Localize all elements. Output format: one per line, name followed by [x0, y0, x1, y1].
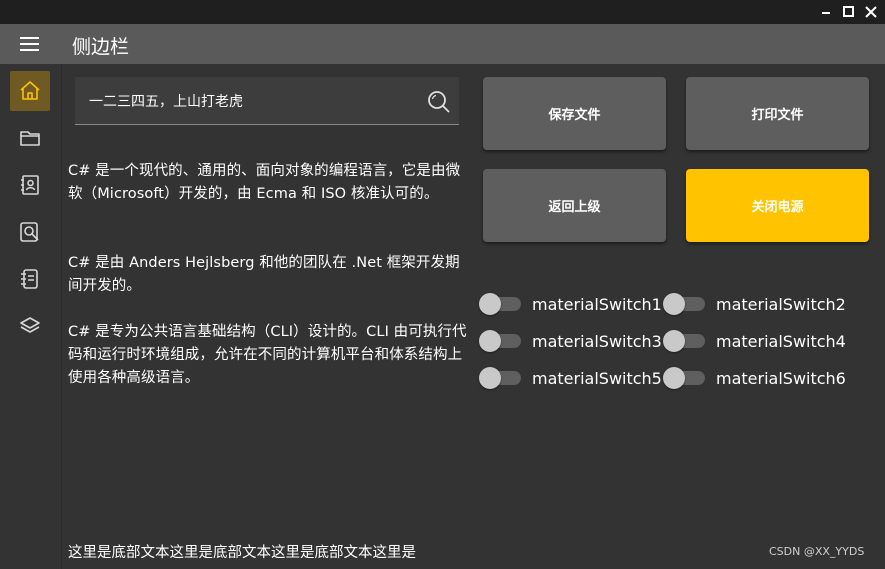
paragraph-2: C# 是由 Anders Hejlsberg 和他的团队在 .Net 框架开发期… — [68, 255, 460, 294]
material-switch-6[interactable]: materialSwitch6 — [663, 365, 846, 391]
header-title: 侧边栏 — [72, 36, 130, 58]
window-titlebar — [0, 0, 885, 24]
contact-icon — [21, 175, 39, 195]
sidebar-item-search[interactable] — [10, 212, 50, 252]
switch-knob — [663, 367, 685, 389]
app-header: 侧边栏 — [0, 24, 885, 64]
switch-label: materialSwitch5 — [532, 368, 662, 388]
switch-track — [663, 293, 705, 315]
sidebar-item-notebook[interactable] — [10, 259, 50, 299]
minimize-button[interactable] — [814, 0, 838, 24]
switch-knob — [479, 367, 501, 389]
notebook-icon — [21, 269, 38, 289]
switch-knob — [479, 330, 501, 352]
print-file-button[interactable]: 打印文件 — [686, 77, 869, 150]
maximize-icon — [843, 6, 854, 17]
material-switch-3[interactable]: materialSwitch3 — [479, 328, 662, 354]
hamburger-icon — [20, 37, 39, 39]
close-button[interactable] — [859, 0, 883, 24]
paragraph-1: C# 是一个现代的、通用的、面向对象的编程语言，它是由微软（Microsoft）… — [68, 163, 461, 202]
switch-knob — [479, 293, 501, 315]
switch-track — [663, 330, 705, 352]
sidebar-item-folder[interactable] — [10, 118, 50, 158]
minimize-icon — [822, 12, 830, 14]
material-switch-2[interactable]: materialSwitch2 — [663, 291, 846, 317]
home-icon — [20, 81, 40, 100]
sidebar-item-home[interactable] — [10, 71, 50, 111]
material-switch-5[interactable]: materialSwitch5 — [479, 365, 662, 391]
switch-knob — [663, 330, 685, 352]
material-switch-1[interactable]: materialSwitch1 — [479, 291, 662, 317]
switch-label: materialSwitch6 — [716, 368, 846, 388]
back-button[interactable]: 返回上级 — [483, 169, 666, 242]
close-icon — [865, 6, 877, 18]
sidebar — [0, 64, 62, 569]
switch-label: materialSwitch2 — [716, 294, 846, 314]
search-icon[interactable] — [426, 89, 452, 115]
switch-track — [479, 330, 521, 352]
material-switch-4[interactable]: materialSwitch4 — [663, 328, 846, 354]
watermark: CSDN @XX_YYDS — [769, 545, 865, 558]
switch-label: materialSwitch4 — [716, 331, 846, 351]
power-off-button[interactable]: 关闭电源 — [686, 169, 869, 242]
search-field — [75, 77, 459, 125]
layers-icon — [20, 317, 40, 333]
folder-icon — [20, 131, 40, 146]
paragraph-3: C# 是专为公共语言基础结构（CLI）设计的。CLI 由可执行代码和运行时环境组… — [68, 324, 467, 386]
switch-label: materialSwitch3 — [532, 331, 662, 351]
sidebar-item-contacts[interactable] — [10, 165, 50, 205]
bottom-text: 这里是底部文本这里是底部文本这里是底部文本这里是 — [68, 545, 416, 561]
sidebar-item-layers[interactable] — [10, 306, 50, 346]
menu-toggle-button[interactable] — [20, 37, 40, 53]
save-file-button[interactable]: 保存文件 — [483, 77, 666, 150]
maximize-button[interactable] — [836, 0, 860, 24]
switch-track — [479, 293, 521, 315]
switch-knob — [663, 293, 685, 315]
switch-track — [479, 367, 521, 389]
search-doc-icon — [20, 222, 39, 242]
switch-track — [663, 367, 705, 389]
search-input[interactable] — [89, 89, 419, 113]
switch-label: materialSwitch1 — [532, 294, 662, 314]
